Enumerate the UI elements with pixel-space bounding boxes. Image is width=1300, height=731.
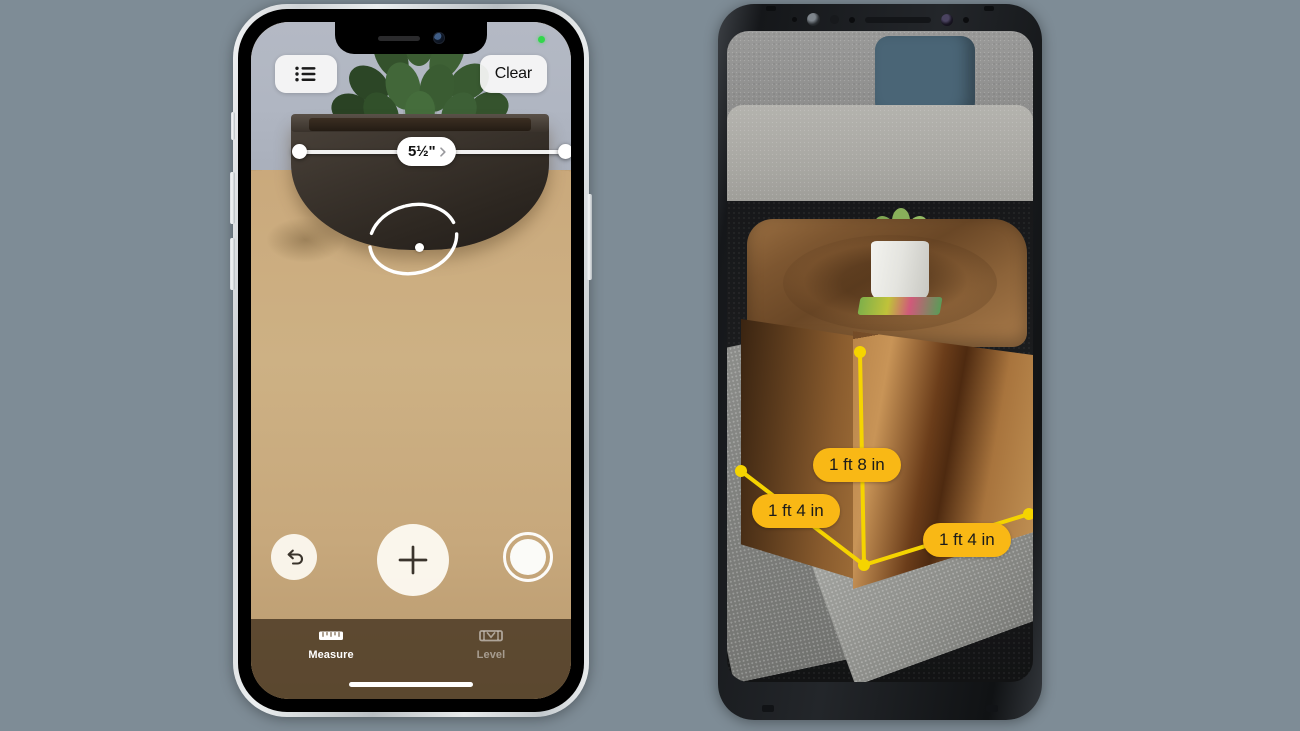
tab-measure-label: Measure: [308, 649, 354, 661]
android-bottom-band-left: [762, 705, 774, 712]
add-measurement-point-button[interactable]: [377, 524, 449, 596]
camera-viewfinder: [251, 22, 571, 699]
chevron-right-icon: [440, 146, 446, 157]
scene-soil: [309, 118, 531, 131]
light-sensor-icon: [848, 16, 855, 23]
secondary-camera-icon: [940, 13, 953, 26]
iris-sensor-icon: [829, 15, 839, 24]
tab-bar: Measure Level: [251, 619, 571, 699]
measurement-list-button[interactable]: [275, 55, 337, 93]
camera-privacy-indicator-dot: [538, 36, 545, 43]
ar-reticle-center-dot: [415, 243, 424, 252]
android-device: 1 ft 8 in 1 ft 4 in 1 ft 4 in: [718, 4, 1042, 720]
tab-level-label: Level: [476, 649, 506, 661]
android-sensor-bar: [727, 8, 1033, 31]
iphone-power-button[interactable]: [587, 194, 592, 280]
ruler-icon: [319, 631, 343, 640]
ar-measurement-lines: [735, 346, 1033, 571]
iphone-mute-switch[interactable]: [231, 112, 235, 140]
list-bullet-icon: [295, 66, 316, 82]
measurement-label-depth-text: 1 ft 4 in: [768, 501, 824, 520]
measurement-endpoint-dot-start[interactable]: [292, 144, 307, 159]
undo-button[interactable]: [271, 534, 317, 580]
shutter-inner-circle: [510, 539, 546, 575]
iphone-screen: 5½" Clear Measure Level: [251, 22, 571, 699]
ar-measurement-overlay: 1 ft 8 in 1 ft 4 in 1 ft 4 in: [727, 31, 1033, 682]
iphone-notch: [335, 22, 487, 54]
measurement-endpoint-dot-end[interactable]: [558, 144, 571, 159]
undo-arrow-icon: [287, 549, 303, 565]
tab-level[interactable]: Level: [411, 619, 571, 699]
capture-photo-button[interactable]: [503, 532, 553, 582]
clear-button[interactable]: Clear: [479, 55, 547, 93]
measurement-label-depth[interactable]: 1 ft 4 in: [752, 494, 840, 528]
measurement-label-height-text: 1 ft 8 in: [829, 455, 885, 474]
front-camera-icon: [432, 32, 445, 44]
earpiece-speaker-icon: [377, 35, 420, 41]
screenshot-stage: 5½" Clear Measure Level 1 ft 8 in 1 ft 4…: [0, 0, 1300, 731]
led-indicator-icon: [962, 16, 969, 23]
iphone-device: 5½" Clear Measure Level: [230, 4, 592, 717]
android-screen: 1 ft 8 in 1 ft 4 in 1 ft 4 in: [727, 31, 1033, 682]
iphone-volume-down-button[interactable]: [230, 238, 235, 290]
clear-button-label: Clear: [494, 65, 532, 82]
measurement-value-pill[interactable]: 5½": [397, 137, 457, 166]
tab-measure[interactable]: Measure: [251, 619, 411, 699]
bubble-level-icon: [479, 630, 503, 642]
measurement-value-label: 5½": [408, 143, 436, 160]
proximity-sensor-icon: [791, 17, 797, 22]
front-camera-icon: [806, 13, 820, 26]
home-indicator[interactable]: [349, 682, 473, 687]
measurement-label-width-text: 1 ft 4 in: [939, 530, 995, 549]
measurement-label-height[interactable]: 1 ft 8 in: [813, 448, 901, 482]
earpiece-speaker-icon: [864, 16, 931, 23]
measurement-label-width[interactable]: 1 ft 4 in: [923, 523, 1011, 557]
android-bottom-band-right: [986, 705, 998, 712]
iphone-volume-up-button[interactable]: [230, 172, 235, 224]
plus-icon: [398, 545, 428, 575]
